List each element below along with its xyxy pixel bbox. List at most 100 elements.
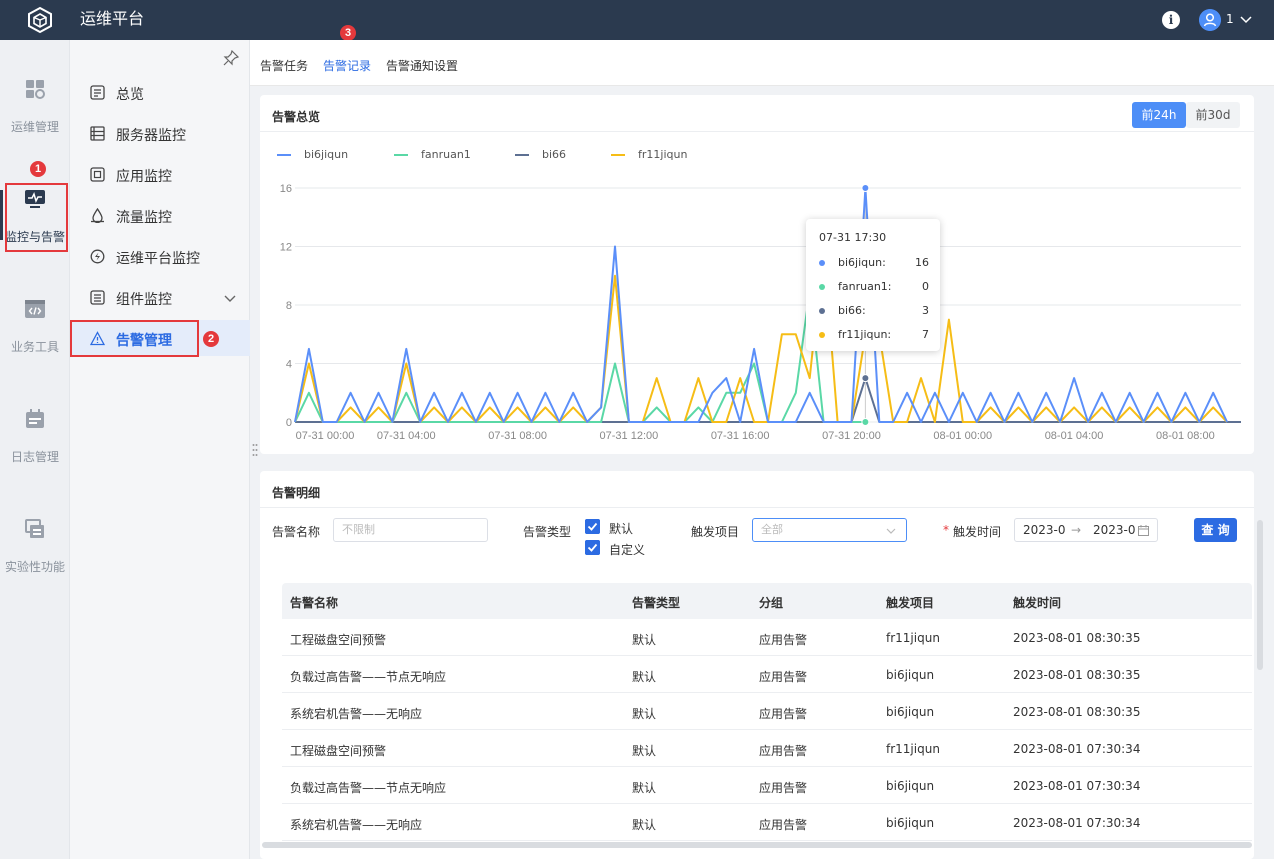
pin-icon[interactable] [223, 50, 239, 66]
cell-type: 默认 [632, 818, 657, 832]
cell-type: 默认 [632, 707, 657, 721]
rail-item-experimental[interactable]: 实验性功能 [0, 518, 70, 608]
tooltip-value: 16 [915, 256, 929, 269]
alarm-line-chart[interactable]: 0 4 8 12 16 07-31 00:00 07-31 04:00 07-31 08:00… [260, 95, 1254, 454]
y-tick-label: 4 [286, 359, 292, 371]
cell-project: bi6jiqun [886, 668, 935, 682]
rail-label: 业务工具 [10, 340, 59, 354]
time-range-picker[interactable]: 2023-0 → 2023-0 [1014, 518, 1158, 542]
tooltip-dot [819, 260, 825, 266]
rail-item-logs[interactable]: 日志管理 [0, 408, 70, 498]
x-tick-label: 08-01 04:00 [1045, 430, 1104, 442]
time-end[interactable]: 2023-0 [1093, 519, 1136, 541]
table-row[interactable]: 工程磁盘空间预警 默认 应用告警 fr11jiqun 2023-08-01 08… [282, 619, 1252, 656]
chevron-down-icon[interactable] [1239, 12, 1253, 26]
x-tick-label: 07-31 20:00 [822, 430, 881, 442]
x-tick-label: 07-31 00:00 [296, 430, 355, 442]
cell-project: fr11jiqun [886, 631, 940, 645]
nav-item-platform[interactable]: 运维平台监控 [70, 238, 250, 274]
tooltip-row: fanruan1: 0 [819, 280, 929, 294]
cell-type: 默认 [632, 670, 657, 684]
cube-logo-icon [28, 6, 52, 34]
horizontal-scrollbar[interactable] [262, 842, 1252, 848]
column-header[interactable]: 分组 [759, 594, 783, 611]
drag-handle-icon[interactable] [252, 443, 258, 457]
y-tick-label: 0 [286, 417, 292, 429]
x-tick-label: 07-31 08:00 [488, 430, 547, 442]
column-header[interactable]: 触发时间 [1013, 594, 1061, 611]
cell-name: 负载过高告警——节点无响应 [290, 781, 447, 795]
user-name[interactable]: 1 [1226, 12, 1234, 26]
cell-time: 2023-08-01 07:30:34 [1013, 779, 1141, 793]
tab-alarm-notify-settings[interactable]: 告警通知设置 [386, 57, 458, 74]
column-header[interactable]: 告警名称 [290, 594, 338, 611]
rail-item-ops[interactable]: 运维管理 [0, 78, 70, 168]
cell-time: 2023-08-01 07:30:34 [1013, 816, 1141, 830]
y-tick-label: 16 [280, 183, 292, 195]
x-tick-label: 07-31 16:00 [711, 430, 770, 442]
query-button[interactable]: 查 询 [1194, 518, 1237, 542]
nav-item-server[interactable]: 服务器监控 [70, 115, 250, 151]
rail-label: 实验性功能 [4, 560, 65, 574]
time-start[interactable]: 2023-0 [1023, 519, 1066, 541]
tab-alarm-tasks[interactable]: 告警任务 [260, 57, 308, 74]
cell-time: 2023-08-01 08:30:35 [1013, 668, 1141, 682]
x-tick-label: 07-31 12:00 [600, 430, 659, 442]
checkbox-custom-label[interactable]: 自定义 [609, 541, 645, 558]
table-row[interactable]: 负载过高告警——节点无响应 默认 应用告警 bi6jiqun 2023-08-0… [282, 767, 1252, 804]
top-bar: 运维平台 i 1 [0, 0, 1274, 40]
checkbox-default[interactable] [585, 519, 600, 534]
overview-icon [90, 85, 105, 100]
cell-name: 工程磁盘空间预警 [290, 744, 387, 758]
cell-time: 2023-08-01 07:30:34 [1013, 742, 1141, 756]
tooltip-value: 0 [922, 280, 929, 293]
cell-group: 应用告警 [759, 670, 808, 684]
component-icon [90, 290, 105, 305]
nav-item-overview[interactable]: 总览 [70, 74, 250, 110]
nav-label: 运维平台监控 [116, 251, 200, 267]
nav-label: 应用监控 [116, 169, 172, 185]
cell-group: 应用告警 [759, 818, 808, 832]
column-header[interactable]: 告警类型 [632, 594, 680, 611]
overview-card: 告警总览 前24h 前30d bi6jiqun fanruan1 bi66 fr… [260, 95, 1254, 454]
nav-item-traffic[interactable]: 流量监控 [70, 197, 250, 233]
chevron-down-icon[interactable] [223, 291, 237, 305]
traffic-icon [91, 208, 104, 223]
required-mark: * [943, 523, 949, 537]
tooltip-row: bi66: 3 [819, 304, 929, 318]
user-avatar-icon[interactable] [1199, 9, 1221, 31]
dashboard-grid-icon [26, 80, 45, 99]
vertical-scrollbar[interactable] [1257, 520, 1263, 670]
detail-card: 告警明细 告警名称 不限制 告警类型 默认 自定义 触发项目 全部 * 触发时间… [260, 471, 1254, 859]
highlight-point-fanruan1 [861, 418, 870, 426]
nav-item-app[interactable]: 应用监控 [70, 156, 250, 192]
nav-label: 组件监控 [116, 292, 172, 308]
info-icon[interactable]: i [1162, 11, 1180, 29]
chart-tooltip: 07-31 17:30 bi6jiqun: 16 fanruan1: 0 bi6… [806, 219, 940, 351]
filter-time-label: 触发时间 [953, 525, 1002, 539]
rail-item-tools[interactable]: 业务工具 [0, 298, 70, 388]
table-row[interactable]: 系统宕机告警——无响应 默认 应用告警 bi6jiqun 2023-08-01 … [282, 804, 1252, 841]
nav-item-component[interactable]: 组件监控 [70, 279, 250, 315]
checkbox-default-label[interactable]: 默认 [609, 520, 633, 537]
y-tick-label: 8 [286, 300, 292, 312]
table-row[interactable]: 系统宕机告警——无响应 默认 应用告警 bi6jiqun 2023-08-01 … [282, 693, 1252, 730]
table-row[interactable]: 工程磁盘空间预警 默认 应用告警 fr11jiqun 2023-08-01 07… [282, 730, 1252, 767]
cell-project: bi6jiqun [886, 779, 935, 793]
alarm-name-input[interactable]: 不限制 [333, 518, 488, 542]
cell-group: 应用告警 [759, 781, 808, 795]
tooltip-row: fr11jiqun: 7 [819, 328, 929, 342]
cell-name: 工程磁盘空间预警 [290, 633, 387, 647]
annotation-badge-2: 2 [203, 331, 219, 347]
table-header: 告警名称 告警类型 分组 触发项目 触发时间 [282, 583, 1252, 619]
tooltip-value: 7 [922, 328, 929, 341]
project-select[interactable]: 全部 [752, 518, 907, 542]
cell-project: bi6jiqun [886, 816, 935, 830]
table-row[interactable]: 负载过高告警——节点无响应 默认 应用告警 bi6jiqun 2023-08-0… [282, 656, 1252, 693]
column-header[interactable]: 触发项目 [886, 594, 934, 611]
tooltip-row: bi6jiqun: 16 [819, 256, 929, 270]
time-arrow: → [1071, 523, 1082, 537]
series-line-fanruan1 [294, 289, 866, 423]
tab-alarm-records[interactable]: 告警记录 [323, 57, 371, 74]
checkbox-custom[interactable] [585, 540, 600, 555]
